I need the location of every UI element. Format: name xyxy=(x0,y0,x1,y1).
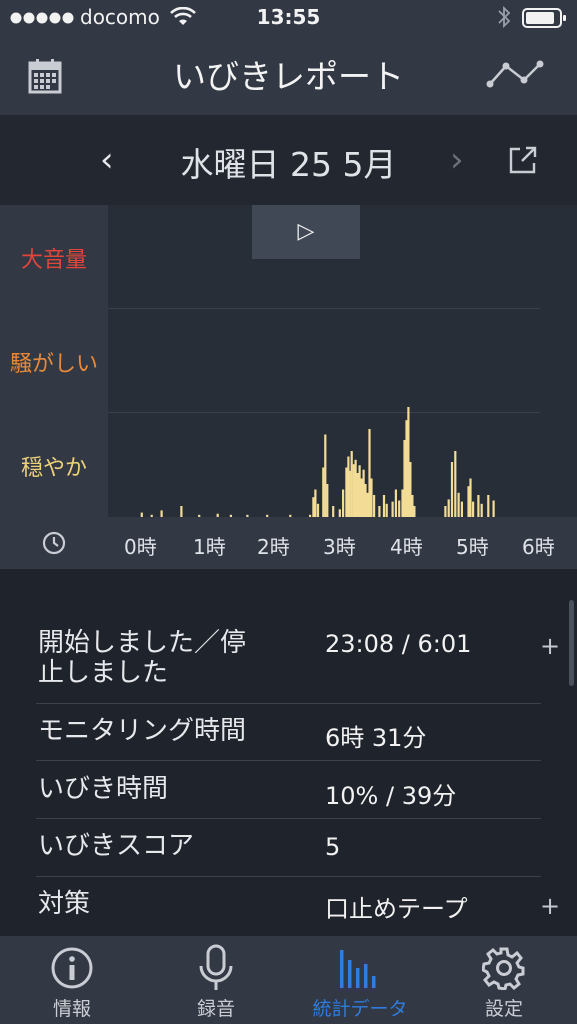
snore-bar xyxy=(342,489,345,517)
snore-bar xyxy=(487,495,490,517)
snore-bar xyxy=(352,464,355,517)
snore-bar xyxy=(160,510,163,517)
tab-recording-label: 録音 xyxy=(196,998,235,1020)
snore-bar xyxy=(398,500,401,517)
snore-bar xyxy=(411,495,414,517)
y-label-quiet: 穏やか xyxy=(20,456,87,481)
gear-icon xyxy=(482,947,525,990)
snore-bar xyxy=(403,440,406,517)
battery-icon xyxy=(522,8,568,32)
snore-bar xyxy=(324,434,327,517)
remedy-add-button[interactable]: + xyxy=(540,892,560,920)
snore-bar xyxy=(454,451,457,517)
tab-settings-label: 設定 xyxy=(484,998,523,1020)
snore-bar xyxy=(472,501,475,517)
tab-statistics-label: 統計データ xyxy=(312,998,408,1020)
snore-bar xyxy=(368,429,371,517)
snore-bar xyxy=(360,478,363,517)
clock-time: 13:55 xyxy=(256,5,321,29)
trend-icon xyxy=(486,60,544,88)
row-divider xyxy=(36,703,541,704)
remedy-label: 対策 xyxy=(38,889,91,919)
snore-bar xyxy=(314,489,317,517)
snore-bar xyxy=(362,469,365,517)
bluetooth-icon xyxy=(496,5,512,33)
share-button[interactable] xyxy=(508,145,538,175)
snore-bar xyxy=(405,420,408,517)
snore-bar xyxy=(469,478,472,517)
remedy-value: 口止めテープ xyxy=(325,895,468,923)
monitoring-time-value: 6時 31分 xyxy=(325,724,427,752)
start-stop-add-button[interactable]: + xyxy=(540,632,560,660)
snore-bar xyxy=(373,495,376,517)
stats-icon xyxy=(340,950,376,988)
snore-bar xyxy=(467,486,470,517)
snore-bar xyxy=(407,407,410,517)
snore-bar xyxy=(457,492,460,517)
snore-bar xyxy=(338,509,341,517)
snore-time-value: 10% / 39分 xyxy=(325,782,457,810)
snore-bar xyxy=(316,503,320,517)
snore-bar xyxy=(378,506,381,517)
snore-bar xyxy=(492,500,495,517)
snore-bar xyxy=(460,501,463,517)
snore-bar xyxy=(477,495,480,517)
row-divider xyxy=(36,818,541,819)
snore-bar xyxy=(180,506,183,517)
clock-icon xyxy=(42,531,66,559)
snore-bar xyxy=(356,473,359,517)
info-icon xyxy=(51,947,93,989)
snore-bar xyxy=(366,492,369,517)
time-tick: 5時 xyxy=(456,535,489,559)
snore-bar xyxy=(354,459,357,517)
tab-info-label: 情報 xyxy=(52,998,91,1020)
time-tick: 3時 xyxy=(323,535,356,559)
snore-bar xyxy=(447,499,450,517)
snore-bar xyxy=(394,489,397,517)
y-label-loud: 大音量 xyxy=(20,248,87,273)
start-stop-label: 開始しました／停 止しました xyxy=(38,628,247,688)
next-day-button[interactable]: › xyxy=(450,140,480,180)
snore-bar xyxy=(358,465,361,517)
snore-bar xyxy=(364,484,367,517)
snore-bar xyxy=(480,503,483,517)
start-stop-value: 23:08 / 6:01 xyxy=(325,630,472,658)
snore-score-value: 5 xyxy=(325,833,341,861)
snore-bar xyxy=(450,462,454,517)
current-date: 水曜日 25 5月 xyxy=(180,145,397,184)
snore-bar xyxy=(401,489,404,517)
snore-bar xyxy=(413,506,416,517)
snore-bar xyxy=(322,467,325,517)
share-icon xyxy=(509,146,537,174)
snore-bar xyxy=(326,484,329,517)
row-divider xyxy=(36,760,541,761)
snore-bar xyxy=(332,506,335,517)
time-tick: 2時 xyxy=(257,535,290,559)
snore-bar xyxy=(391,501,394,517)
snore-bars xyxy=(140,407,495,517)
snore-time-label: いびき時間 xyxy=(38,774,169,804)
y-label-noisy: 騒がしい xyxy=(9,352,98,377)
row-divider xyxy=(36,876,541,877)
snore-bar xyxy=(312,497,315,517)
snore-bar xyxy=(409,462,412,517)
snore-bar xyxy=(350,451,353,517)
snore-bar xyxy=(348,470,351,517)
snore-bar xyxy=(385,503,388,517)
time-tick: 0時 xyxy=(124,535,157,559)
trend-button[interactable] xyxy=(486,58,546,90)
stats-panel xyxy=(0,569,577,936)
scrollbar[interactable] xyxy=(569,600,574,686)
snore-score-label: いびきスコア xyxy=(38,831,195,861)
time-tick: 4時 xyxy=(390,535,423,559)
snore-bar xyxy=(444,506,447,517)
microphone-icon xyxy=(199,944,233,990)
time-tick: 1時 xyxy=(193,535,226,559)
snore-bar xyxy=(370,478,373,517)
monitoring-time-label: モニタリング時間 xyxy=(38,716,247,746)
snore-bar xyxy=(382,495,386,517)
time-tick: 6時 xyxy=(522,535,555,559)
snore-bar xyxy=(345,467,348,517)
